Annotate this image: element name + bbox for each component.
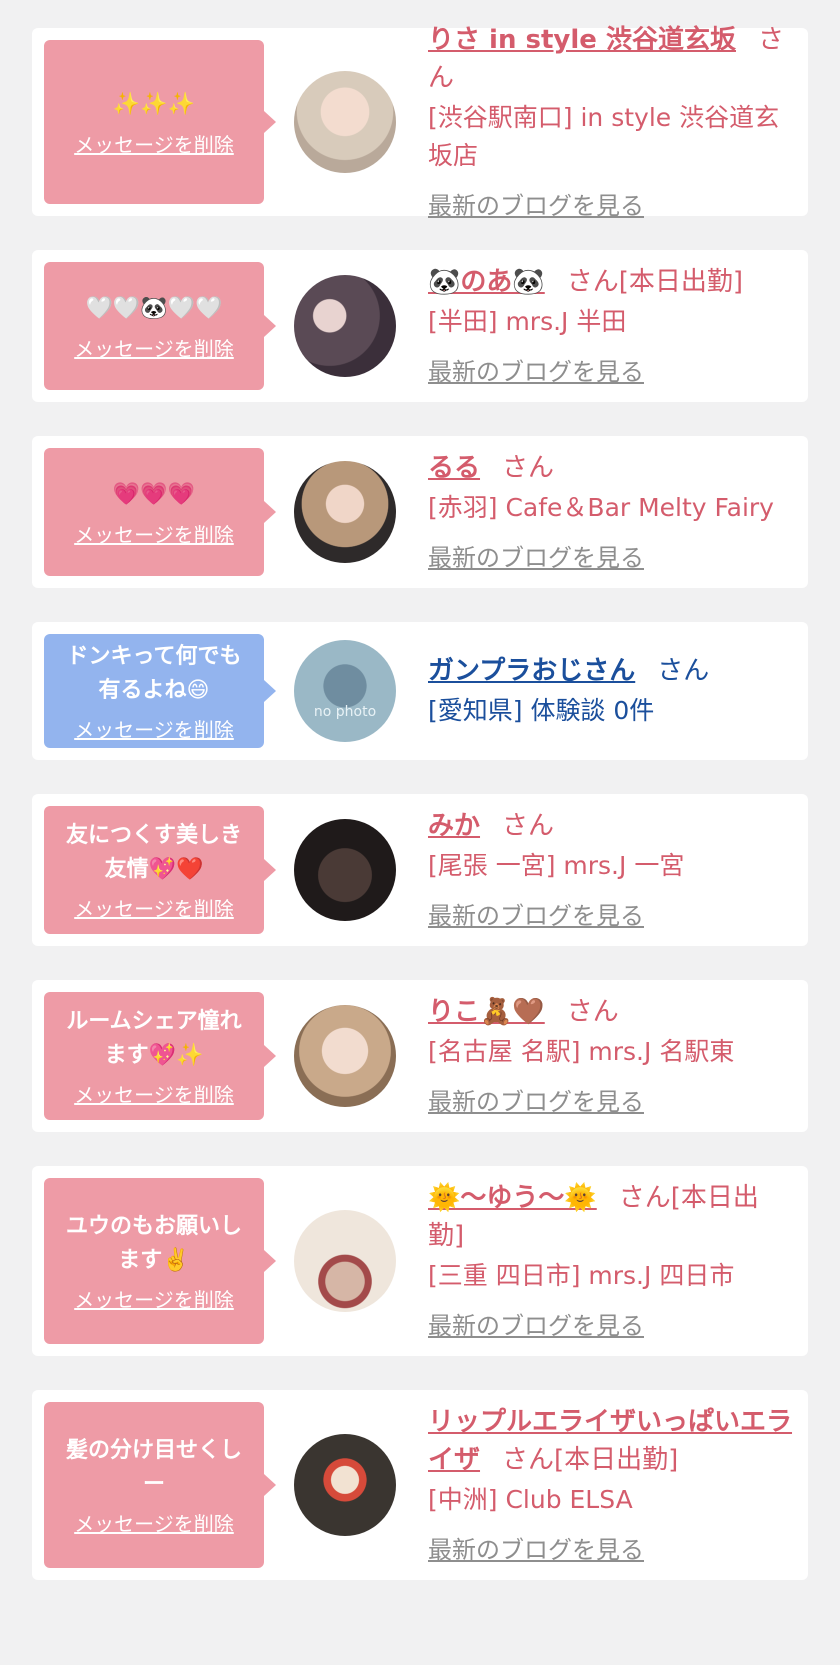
profile-name-link[interactable]: りさ in style 渋谷道玄坂 [428, 25, 736, 55]
message-bubble: ✨✨✨ メッセージを削除 [44, 40, 276, 204]
profile-info: りさ in style 渋谷道玄坂 さん [渋谷駅南口] in style 渋谷道… [428, 11, 794, 233]
message-text: ユウのもお願いし ます✌️ [65, 1213, 242, 1273]
message-text: ルームシェア憧れ ます💖✨ [66, 1008, 242, 1068]
profile-name-link[interactable]: 🌞〜ゆう〜🌞 [428, 1183, 597, 1213]
latest-blog-link[interactable]: 最新のブログを見る [428, 1533, 794, 1567]
delete-message-link[interactable]: メッセージを削除 [74, 333, 234, 362]
shop-info: [中洲] Club ELSA [428, 1485, 633, 1514]
profile-name-link[interactable]: りこ🧸🤎 [428, 997, 545, 1027]
delete-message-link[interactable]: メッセージを削除 [74, 893, 234, 922]
profile-info: 🌞〜ゆう〜🌞 さん[本日出勤] [三重 四日市] mrs.J 四日市 最新のブログ… [428, 1169, 794, 1353]
latest-blog-link[interactable]: 最新のブログを見る [428, 1309, 794, 1343]
message-card: 髪の分け目せくし ー メッセージを削除 リップルエライザいっぱいエライザ さん[本… [32, 1390, 808, 1580]
shop-info: [名古屋 名駅] mrs.J 名駅東 [428, 1037, 735, 1066]
shop-info: [赤羽] Cafe＆Bar Melty Fairy [428, 493, 774, 522]
profile-name-link[interactable]: ガンプラおじさん [428, 656, 635, 686]
message-text: 🤍🤍🐼🤍🤍 [85, 295, 223, 321]
message-bubble: 💗💗💗 メッセージを削除 [44, 448, 276, 576]
avatar[interactable] [294, 819, 396, 921]
profile-info: リップルエライザいっぱいエライザ さん[本日出勤] [中洲] Club ELSA … [428, 1393, 794, 1577]
message-bubble: ドンキって何でも 有るよね😄 メッセージを削除 [44, 634, 276, 748]
shop-info: [半田] mrs.J 半田 [428, 307, 627, 336]
avatar[interactable] [294, 275, 396, 377]
honorific-status: さん[本日出勤] [566, 267, 744, 297]
message-bubble: 友につくす美しき 友情💖❤️ メッセージを削除 [44, 806, 276, 934]
avatar[interactable] [294, 1005, 396, 1107]
delete-message-link[interactable]: メッセージを削除 [74, 714, 234, 743]
delete-message-link[interactable]: メッセージを削除 [74, 1079, 234, 1108]
shop-info: [三重 四日市] mrs.J 四日市 [428, 1261, 735, 1290]
avatar[interactable] [294, 461, 396, 563]
message-card: 🤍🤍🐼🤍🤍 メッセージを削除 🐼のあ🐼 さん[本日出勤] [半田] mrs.J 半… [32, 250, 808, 402]
profile-info: ガンプラおじさん さん [愛知県] 体験談 0件 [428, 642, 794, 740]
no-photo-label: no photo [313, 704, 377, 720]
profile-name-link[interactable]: みか [428, 811, 480, 841]
avatar[interactable] [294, 71, 396, 173]
no-photo-avatar[interactable]: no photo [294, 640, 396, 742]
message-card: ✨✨✨ メッセージを削除 りさ in style 渋谷道玄坂 さん [渋谷駅南口]… [32, 25, 808, 220]
message-text: ドンキって何でも 有るよね😄 [66, 643, 242, 703]
honorific-status: さん[本日出勤] [502, 1445, 679, 1475]
latest-blog-link[interactable]: 最新のブログを見る [428, 541, 794, 575]
message-bubble: ルームシェア憧れ ます💖✨ メッセージを削除 [44, 992, 276, 1120]
delete-message-link[interactable]: メッセージを削除 [74, 1508, 234, 1537]
delete-message-link[interactable]: メッセージを削除 [74, 519, 234, 548]
message-card: 友につくす美しき 友情💖❤️ メッセージを削除 みか さん [尾張 一宮] mrs… [32, 794, 808, 946]
honorific-status: さん [502, 811, 555, 841]
message-card: ユウのもお願いし ます✌️ メッセージを削除 🌞〜ゆう〜🌞 さん[本日出勤] [三… [32, 1166, 808, 1356]
message-text: 💗💗💗 [112, 481, 196, 507]
shop-info: [渋谷駅南口] in style 渋谷道玄坂店 [428, 103, 780, 170]
profile-info: りこ🧸🤎 さん [名古屋 名駅] mrs.J 名駅東 最新のブログを見る [428, 983, 794, 1129]
profile-info: 🐼のあ🐼 さん[本日出勤] [半田] mrs.J 半田 最新のブログを見る [428, 253, 794, 399]
profile-info: みか さん [尾張 一宮] mrs.J 一宮 最新のブログを見る [428, 797, 794, 943]
honorific-status: さん [502, 453, 555, 483]
avatar[interactable] [294, 1210, 396, 1312]
profile-info: るる さん [赤羽] Cafe＆Bar Melty Fairy 最新のブログを見る [428, 439, 794, 585]
message-text: ✨✨✨ [112, 91, 196, 117]
message-card: ルームシェア憧れ ます💖✨ メッセージを削除 りこ🧸🤎 さん [名古屋 名駅] m… [32, 980, 808, 1132]
message-card: 💗💗💗 メッセージを削除 るる さん [赤羽] Cafe＆Bar Melty Fa… [32, 436, 808, 588]
message-card: ドンキって何でも 有るよね😄 メッセージを削除 no photo ガンプラおじさ… [32, 622, 808, 760]
delete-message-link[interactable]: メッセージを削除 [74, 1284, 234, 1313]
shop-info: [尾張 一宮] mrs.J 一宮 [428, 851, 685, 880]
latest-blog-link[interactable]: 最新のブログを見る [428, 1085, 794, 1119]
message-text: 友につくす美しき 友情💖❤️ [65, 822, 242, 882]
message-bubble: 髪の分け目せくし ー メッセージを削除 [44, 1402, 276, 1568]
message-bubble: ユウのもお願いし ます✌️ メッセージを削除 [44, 1178, 276, 1344]
profile-name-link[interactable]: るる [428, 453, 480, 483]
avatar[interactable] [294, 1434, 396, 1536]
shop-info: [愛知県] 体験談 0件 [428, 696, 655, 725]
message-list: ✨✨✨ メッセージを削除 りさ in style 渋谷道玄坂 さん [渋谷駅南口]… [0, 0, 840, 1580]
latest-blog-link[interactable]: 最新のブログを見る [428, 899, 794, 933]
profile-name-link[interactable]: 🐼のあ🐼 [428, 267, 545, 297]
latest-blog-link[interactable]: 最新のブログを見る [428, 355, 794, 389]
honorific-status: さん [657, 656, 710, 686]
latest-blog-link[interactable]: 最新のブログを見る [428, 189, 794, 223]
message-text: 髪の分け目せくし ー [65, 1437, 242, 1497]
delete-message-link[interactable]: メッセージを削除 [74, 129, 234, 158]
honorific-status: さん [566, 997, 619, 1027]
message-bubble: 🤍🤍🐼🤍🤍 メッセージを削除 [44, 262, 276, 390]
